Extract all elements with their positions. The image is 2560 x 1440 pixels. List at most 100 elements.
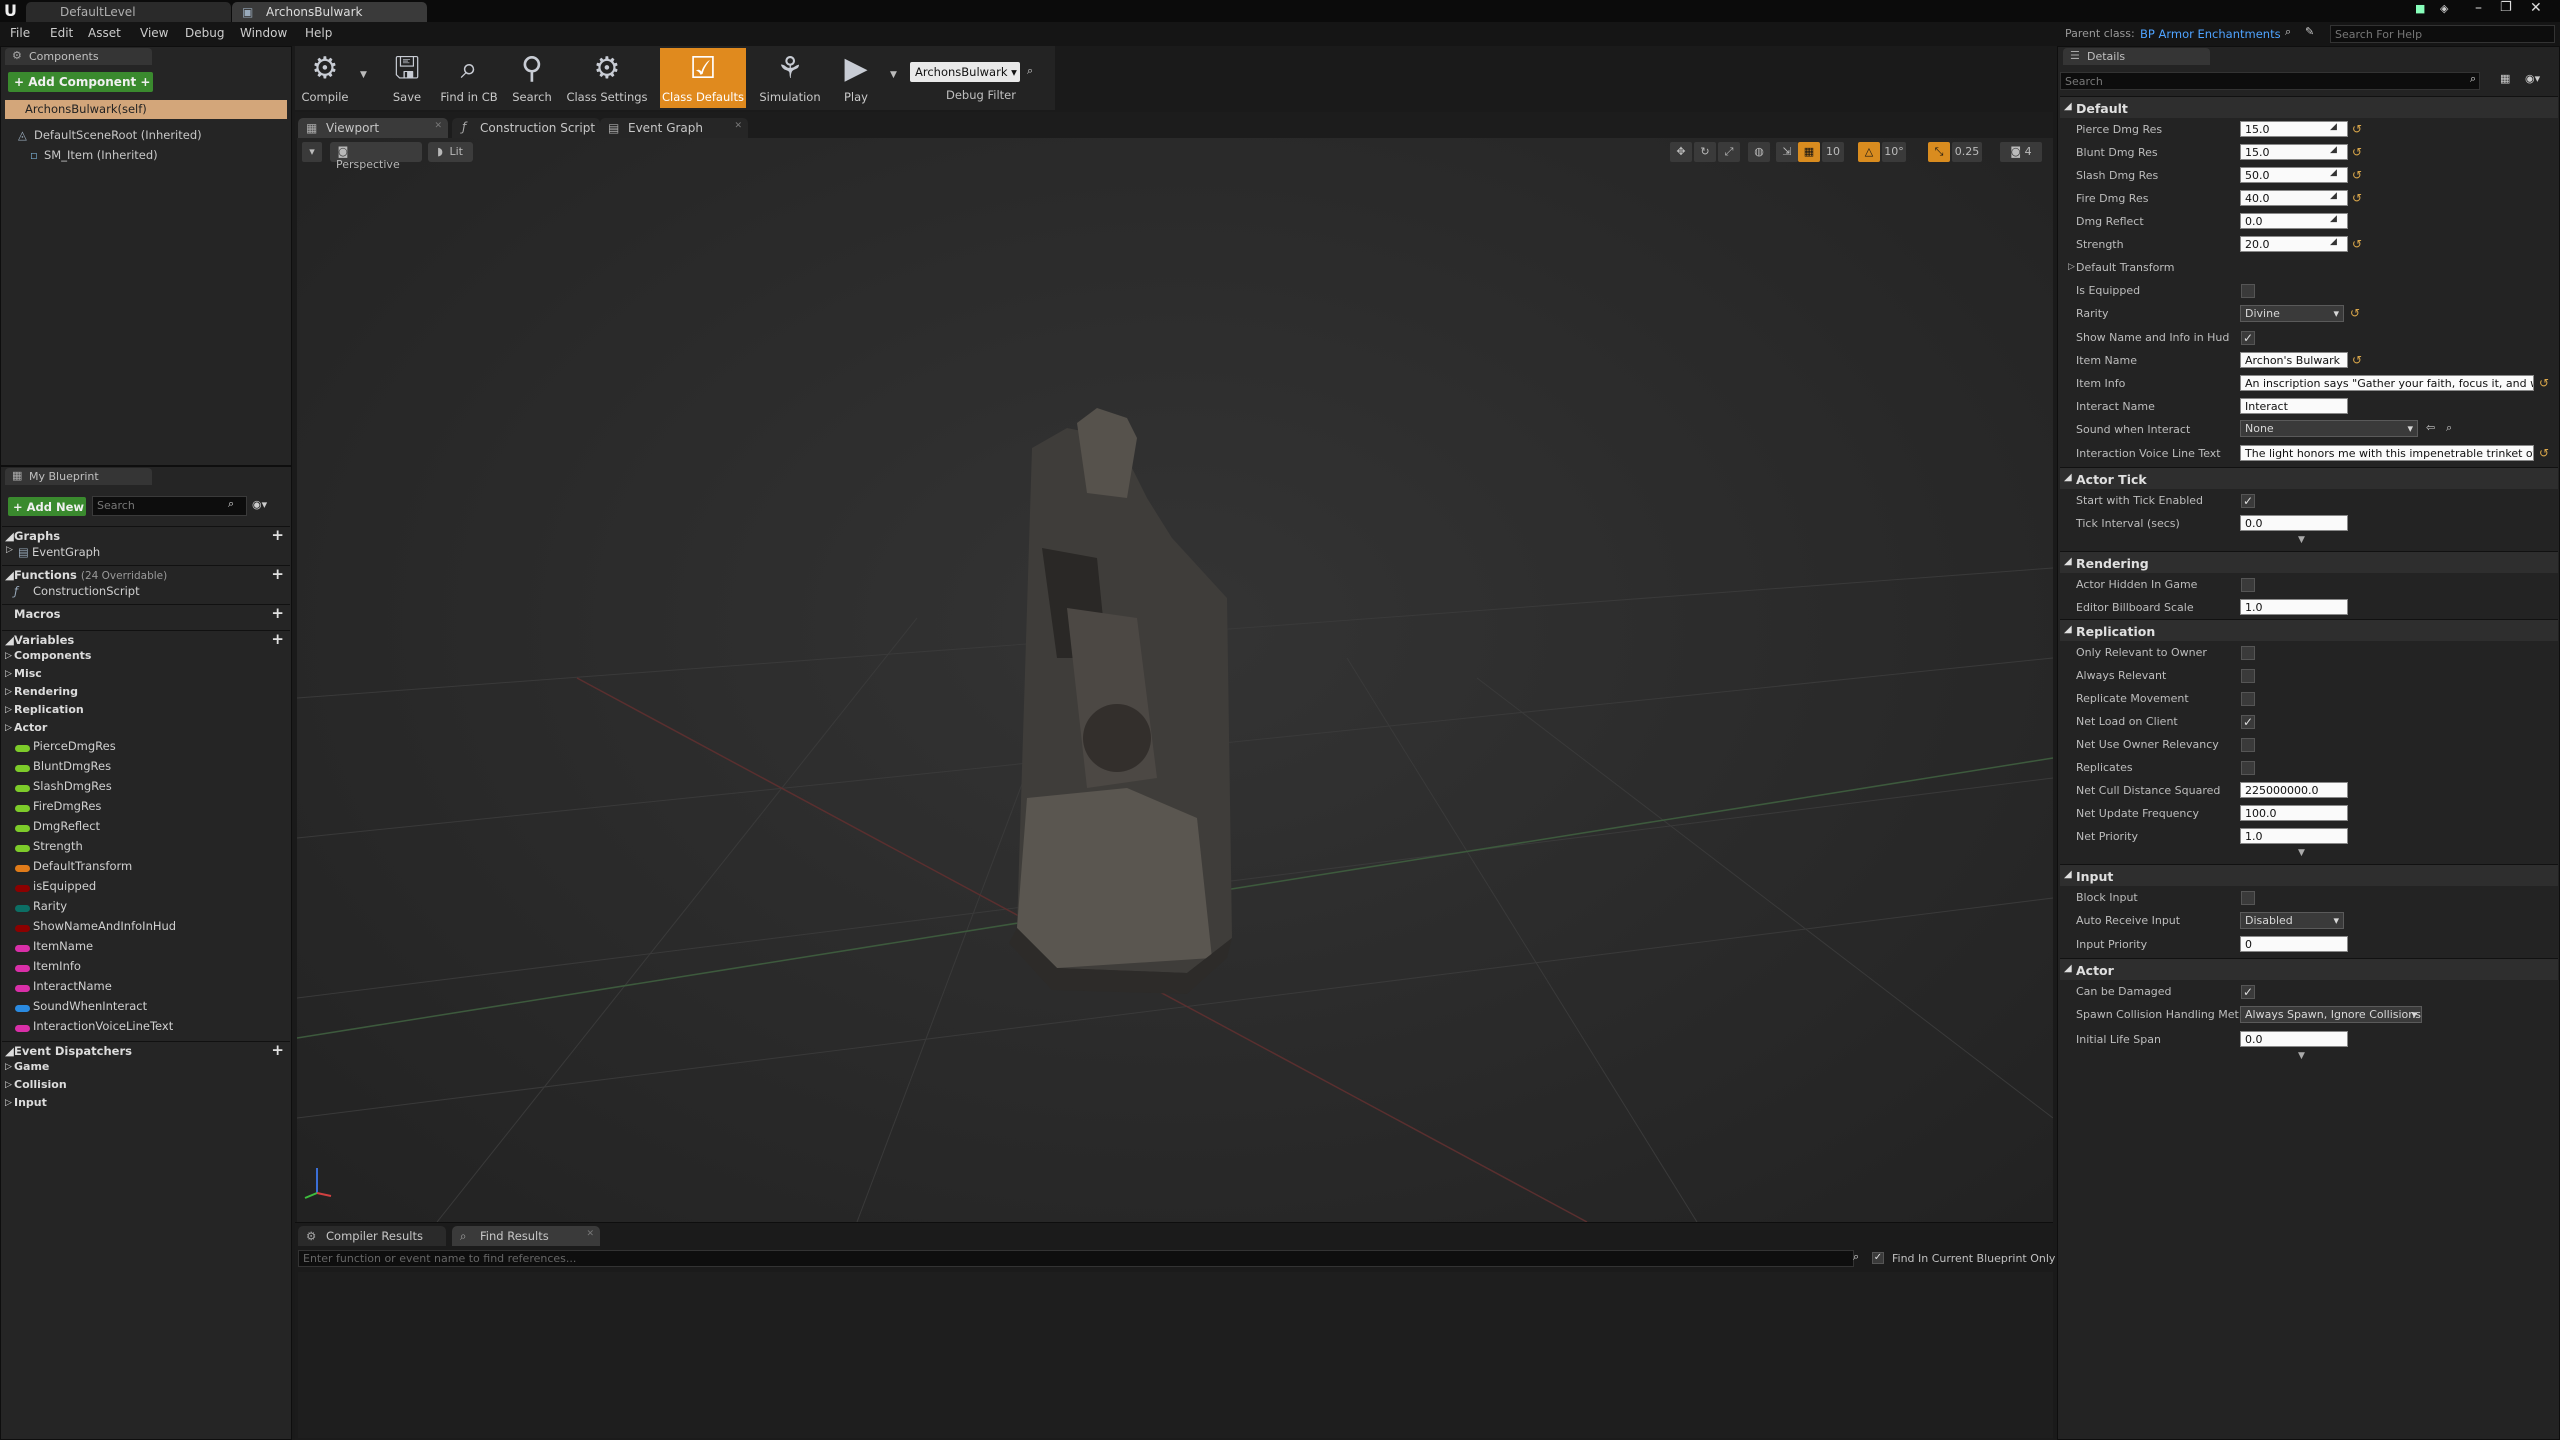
variable-item[interactable]: FireDmgRes xyxy=(2,799,290,819)
item-name-input[interactable]: Archon's Bulwark xyxy=(2240,352,2348,368)
minimize-icon[interactable]: – xyxy=(2475,0,2482,16)
section-replication[interactable]: ◢ Replication xyxy=(2060,619,2558,641)
voice-line-input[interactable]: The light honors me with this impenetrab… xyxy=(2240,445,2534,461)
dispatcher-category[interactable]: ▷ Game xyxy=(2,1060,290,1078)
world-local-icon[interactable]: ◍ xyxy=(1748,142,1770,162)
variable-item[interactable]: BluntDmgRes xyxy=(2,759,290,779)
graph-item-eventgraph[interactable]: ▷ ▤ EventGraph xyxy=(2,545,290,565)
menu-debug[interactable]: Debug xyxy=(185,26,224,40)
variable-item[interactable]: ItemName xyxy=(2,939,290,959)
default-transform-row[interactable]: ▷ Default Transform xyxy=(2060,256,2558,279)
class-defaults-button[interactable]: ☑ Class Defaults xyxy=(660,48,746,108)
replication-checkbox[interactable] xyxy=(2241,646,2255,660)
reset-to-default-icon[interactable]: ↺ xyxy=(2539,376,2549,390)
blueprint-search-input[interactable]: Search xyxy=(92,496,247,516)
find-references-input[interactable]: Enter function or event name to find ref… xyxy=(298,1250,1854,1267)
notification-icon[interactable]: ■ xyxy=(2415,2,2425,15)
expand-advanced-icon[interactable]: ▼ xyxy=(2298,1051,2305,1061)
variable-category[interactable]: ▷ Misc xyxy=(2,667,290,685)
document-tab-archonsbulwark[interactable]: ▣ ArchonsBulwark xyxy=(232,2,427,22)
expand-advanced-icon[interactable]: ▼ xyxy=(2298,535,2305,545)
tab-compiler-results[interactable]: ⚙ Compiler Results xyxy=(298,1226,446,1246)
spawn-collision-dropdown[interactable]: Always Spawn, Ignore Collisions ▾ xyxy=(2240,1006,2422,1023)
reset-to-default-icon[interactable]: ↺ xyxy=(2352,145,2362,159)
function-item-constructionscript[interactable]: ƒ ConstructionScript xyxy=(2,584,290,604)
find-in-cb-button[interactable]: ⌕ Find in CB xyxy=(435,48,503,108)
add-macro-icon[interactable]: + xyxy=(271,605,284,622)
add-dispatcher-icon[interactable]: + xyxy=(271,1042,284,1059)
edit-parent-icon[interactable]: ✎ xyxy=(2305,25,2314,38)
close-tab-icon[interactable]: ✕ xyxy=(586,1229,594,1239)
class-settings-button[interactable]: ⚙ Class Settings xyxy=(566,48,648,108)
search-icon[interactable]: ⌕ xyxy=(228,497,234,511)
rotate-tool-icon[interactable]: ↻ xyxy=(1694,142,1716,162)
add-component-button[interactable]: + Add Component + xyxy=(8,72,153,92)
is-equipped-checkbox[interactable] xyxy=(2241,284,2255,298)
debug-object-dropdown[interactable]: ArchonsBulwark ▾ xyxy=(910,62,1020,82)
section-actor[interactable]: ◢ Actor xyxy=(2060,958,2558,980)
can-be-damaged-checkbox[interactable]: ✓ xyxy=(2241,985,2255,999)
compile-button[interactable]: ⚙ Compile xyxy=(291,48,359,108)
add-new-button[interactable]: + Add New + xyxy=(8,497,86,516)
menu-help[interactable]: Help xyxy=(305,26,332,40)
browse-parent-icon[interactable]: ⌕ xyxy=(2285,25,2291,39)
debug-browse-icon[interactable]: ⌕ xyxy=(1027,64,1033,78)
details-view-options-icon[interactable]: ◉▾ xyxy=(2525,72,2540,85)
net-update-frequency-input[interactable]: 100.0 xyxy=(2240,805,2348,821)
details-search-icon[interactable]: ⌕ xyxy=(2470,72,2476,86)
variable-item[interactable]: SlashDmgRes xyxy=(2,779,290,799)
surface-snap-icon[interactable]: ⇲ xyxy=(1776,142,1798,162)
start-tick-checkbox[interactable]: ✓ xyxy=(2241,494,2255,508)
close-tab-icon[interactable]: ✕ xyxy=(434,121,442,131)
sound-asset-dropdown[interactable]: None ▾ xyxy=(2240,420,2418,437)
component-tree-item[interactable]: ▫ SM_Item (Inherited) xyxy=(30,148,158,162)
document-tab-defaultlevel[interactable]: DefaultLevel xyxy=(26,2,231,22)
lit-button[interactable]: ◗ Lit xyxy=(428,142,473,162)
menu-view[interactable]: View xyxy=(140,26,168,40)
variable-category[interactable]: ▷ Rendering xyxy=(2,685,290,703)
component-self-item[interactable]: ArchonsBulwark(self) xyxy=(5,100,287,119)
variable-item[interactable]: Strength xyxy=(2,839,290,859)
billboard-scale-input[interactable]: 1.0 xyxy=(2240,599,2348,615)
add-graph-icon[interactable]: + xyxy=(271,527,284,544)
grid-snap-icon[interactable]: ▦ xyxy=(1798,142,1820,162)
block-input-checkbox[interactable] xyxy=(2241,891,2255,905)
initial-life-span-input[interactable]: 0.0 xyxy=(2240,1031,2348,1047)
spinner-icon[interactable]: ◢ xyxy=(2330,122,2337,132)
spinner-icon[interactable]: ◢ xyxy=(2330,191,2337,201)
variable-category[interactable]: ▷ Components xyxy=(2,649,290,667)
variable-item[interactable]: ItemInfo xyxy=(2,959,290,979)
actor-hidden-checkbox[interactable] xyxy=(2241,578,2255,592)
variable-item[interactable]: ShowNameAndInfoInHud xyxy=(2,919,290,939)
viewport[interactable] xyxy=(297,138,2053,1222)
rarity-dropdown[interactable]: Divine ▾ xyxy=(2240,305,2344,322)
show-name-checkbox[interactable]: ✓ xyxy=(2241,331,2255,345)
reset-to-default-icon[interactable]: ↺ xyxy=(2352,122,2362,136)
scale-tool-icon[interactable]: ⤢ xyxy=(1718,142,1740,162)
add-variable-icon[interactable]: + xyxy=(271,631,284,648)
viewport-options-button[interactable]: ▾ xyxy=(302,142,322,162)
compile-options-icon[interactable]: ▼ xyxy=(360,70,367,80)
menu-edit[interactable]: Edit xyxy=(50,26,73,40)
find-current-only-checkbox[interactable]: ✓ xyxy=(1872,1252,1884,1264)
net-priority-input[interactable]: 1.0 xyxy=(2240,828,2348,844)
menu-window[interactable]: Window xyxy=(240,26,287,40)
section-input[interactable]: ◢ Input xyxy=(2060,864,2558,886)
reset-to-default-icon[interactable]: ↺ xyxy=(2352,191,2362,205)
tab-event-graph[interactable]: ▤ Event Graph ✕ xyxy=(600,118,748,138)
variable-category[interactable]: ▷ Actor xyxy=(2,721,290,739)
play-button[interactable]: ▶ Play xyxy=(826,48,886,108)
perspective-button[interactable]: ◙ Perspective xyxy=(330,142,422,171)
variable-item[interactable]: isEquipped xyxy=(2,879,290,899)
rotation-snap-icon[interactable]: △ xyxy=(1858,142,1880,162)
components-tab[interactable]: ⚙ Components xyxy=(5,48,152,65)
variable-item[interactable]: DefaultTransform xyxy=(2,859,290,879)
reset-to-default-icon[interactable]: ↺ xyxy=(2352,168,2362,182)
play-options-icon[interactable]: ▼ xyxy=(890,70,897,80)
section-default[interactable]: ◢ Default xyxy=(2060,96,2558,118)
replication-checkbox[interactable] xyxy=(2241,738,2255,752)
view-options-icon[interactable]: ◉▾ xyxy=(252,498,267,511)
use-selected-icon[interactable]: ⇦ xyxy=(2426,421,2435,434)
variable-item[interactable]: PierceDmgRes xyxy=(2,739,290,759)
tab-construction-script[interactable]: ƒ Construction Script xyxy=(452,118,600,138)
